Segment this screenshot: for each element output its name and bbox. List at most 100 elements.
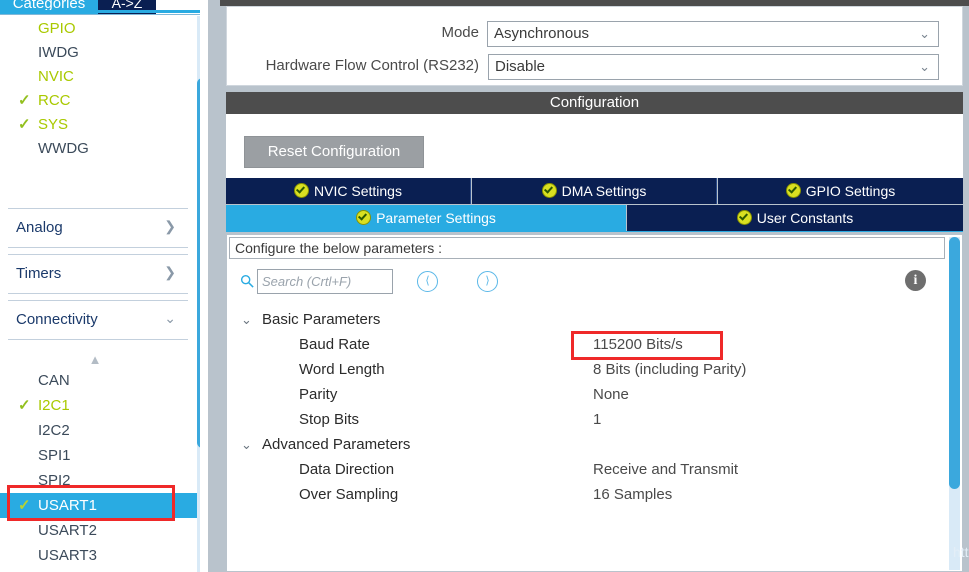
info-icon[interactable]: i xyxy=(905,270,926,291)
tab-user-constants[interactable]: User Constants xyxy=(627,205,963,231)
sidebar-group-connectivity[interactable]: Connectivity ⌄ xyxy=(8,300,188,340)
sidebar-item-label: WWDG xyxy=(38,140,89,157)
sidebar-group-label: Timers xyxy=(16,265,62,282)
parameter-scrollbar-thumb[interactable] xyxy=(949,237,960,489)
tree-group-basic-parameters[interactable]: ⌄ Basic Parameters xyxy=(227,307,947,332)
parameter-tree: ⌄ Basic Parameters Baud Rate 115200 Bits… xyxy=(227,307,947,507)
check-circle-icon xyxy=(294,183,310,198)
chevron-down-icon[interactable]: ⌄ xyxy=(241,307,252,332)
check-circle-icon xyxy=(736,210,752,225)
check-icon: ✓ xyxy=(18,116,31,133)
parameter-value: 115200 Bits/s xyxy=(593,336,683,353)
parameter-name: Over Sampling xyxy=(299,486,399,503)
parameter-name: Data Direction xyxy=(299,461,395,478)
configure-parameters-label: Configure the below parameters : xyxy=(229,237,945,259)
scroll-up-icon[interactable]: ▲ xyxy=(86,352,104,367)
check-icon: ✓ xyxy=(18,397,31,414)
mode-select-value: Asynchronous xyxy=(494,25,590,42)
sidebar-item-label: I2C2 xyxy=(38,422,70,439)
tab-dma-settings[interactable]: DMA Settings xyxy=(472,178,717,204)
settings-tab-row-1: NVIC Settings DMA Settings GPIO Settings xyxy=(226,178,963,204)
sidebar-item-label: USART2 xyxy=(38,522,97,539)
sidebar-item-wwdg[interactable]: WWDG xyxy=(0,137,188,161)
parameter-value: 8 Bits (including Parity) xyxy=(593,361,747,378)
search-input[interactable]: Search (Crtl+F) xyxy=(257,269,393,294)
check-circle-icon xyxy=(541,183,557,198)
tab-parameter-settings[interactable]: Parameter Settings xyxy=(226,205,626,231)
hardware-flow-control-field-row: Hardware Flow Control (RS232) Disable ⌄ xyxy=(227,54,964,80)
tab-nvic-settings[interactable]: NVIC Settings xyxy=(226,178,471,204)
table-row[interactable]: Stop Bits 1 xyxy=(227,407,947,432)
sidebar-item-i2c1[interactable]: ✓ I2C1 xyxy=(0,393,188,418)
sidebar-item-usart1[interactable]: ✓ USART1 xyxy=(0,493,200,518)
sidebar-item-usart3[interactable]: USART3 xyxy=(0,543,188,568)
reset-configuration-button[interactable]: Reset Configuration xyxy=(244,136,424,168)
chevron-down-icon: ⌄ xyxy=(164,310,176,326)
tab-label: GPIO Settings xyxy=(805,183,896,199)
parameter-name: Word Length xyxy=(299,361,385,378)
mode-label: Mode xyxy=(441,24,479,41)
search-icon xyxy=(240,274,254,288)
sidebar-item-spi2[interactable]: SPI2 xyxy=(0,468,188,493)
tree-group-label: Basic Parameters xyxy=(262,311,381,328)
sidebar-group-timers[interactable]: Timers ❯ xyxy=(8,254,188,294)
sidebar-item-label: USART1 xyxy=(38,497,97,514)
mode-panel: Mode Asynchronous ⌄ Hardware Flow Contro… xyxy=(226,6,963,86)
mode-select[interactable]: Asynchronous ⌄ xyxy=(487,21,939,47)
parameter-value: 1 xyxy=(593,411,602,428)
panel-divider xyxy=(208,0,220,572)
settings-tab-strip: NVIC Settings DMA Settings GPIO Settings… xyxy=(226,178,963,232)
parameter-name: Stop Bits xyxy=(299,411,360,428)
settings-tab-row-2: Parameter Settings User Constants xyxy=(226,205,963,231)
sidebar-group-label: Analog xyxy=(16,219,63,236)
sidebar-item-i2c2[interactable]: I2C2 xyxy=(0,418,188,443)
chevron-down-icon: ⌄ xyxy=(919,26,930,41)
chevron-right-icon: ❯ xyxy=(164,218,176,234)
parameter-value: Receive and Transmit xyxy=(593,461,739,478)
table-row[interactable]: Baud Rate 115200 Bits/s xyxy=(227,332,947,357)
search-prev-button[interactable]: ⟨ xyxy=(417,271,438,292)
sidebar-item-can[interactable]: CAN xyxy=(0,368,188,393)
sidebar-item-iwdg[interactable]: IWDG xyxy=(0,41,188,65)
tab-gpio-settings[interactable]: GPIO Settings xyxy=(718,178,963,204)
sidebar-scrollbar-thumb[interactable] xyxy=(197,78,200,448)
tree-group-advanced-parameters[interactable]: ⌄ Advanced Parameters xyxy=(227,432,947,457)
table-row[interactable]: Data Direction Receive and Transmit xyxy=(227,457,947,482)
sidebar-tab-bar: Categories A->Z xyxy=(0,0,200,15)
hardware-flow-control-label: Hardware Flow Control (RS232) xyxy=(265,57,479,74)
sidebar-item-label: USART3 xyxy=(38,547,97,564)
parameter-search-row: Search (Crtl+F) ⟨ ⟩ i xyxy=(227,267,962,299)
sidebar-group-analog[interactable]: Analog ❯ xyxy=(8,208,188,248)
mode-field-row: Mode Asynchronous ⌄ xyxy=(227,21,964,47)
sidebar-item-usart2[interactable]: USART2 xyxy=(0,518,188,543)
chevron-down-icon: ⌄ xyxy=(919,59,930,74)
sidebar-item-label: SPI2 xyxy=(38,472,71,489)
sidebar-item-usb[interactable]: USB xyxy=(0,568,188,572)
sidebar-item-label: SYS xyxy=(38,116,69,133)
search-next-button[interactable]: ⟩ xyxy=(477,271,498,292)
sidebar-item-rcc[interactable]: ✓ RCC xyxy=(0,89,188,113)
parameter-value: None xyxy=(593,386,629,403)
sidebar-item-nvic[interactable]: NVIC xyxy=(0,65,188,89)
table-row[interactable]: Parity None xyxy=(227,382,947,407)
configuration-pane: Mode Asynchronous ⌄ Hardware Flow Contro… xyxy=(220,0,969,572)
app-window: Categories A->Z GPIO IWDG NVIC ✓ RCC ✓ S… xyxy=(0,0,969,572)
check-circle-icon xyxy=(356,210,372,225)
sidebar-tab-underline-thin xyxy=(0,14,200,15)
sidebar-item-label: IWDG xyxy=(38,44,79,61)
sidebar-item-gpio[interactable]: GPIO xyxy=(0,17,188,41)
sidebar-item-label: I2C1 xyxy=(38,397,70,414)
parameter-value: 16 Samples xyxy=(593,486,673,503)
parameter-name: Baud Rate xyxy=(299,336,370,353)
check-circle-icon xyxy=(785,183,801,198)
hardware-flow-control-value: Disable xyxy=(495,58,546,75)
watermark-text: https://blog.csdn.net/wct3344142 xyxy=(953,544,969,560)
sidebar-item-sys[interactable]: ✓ SYS xyxy=(0,113,188,137)
table-row[interactable]: Word Length 8 Bits (including Parity) xyxy=(227,357,947,382)
hardware-flow-control-select[interactable]: Disable ⌄ xyxy=(488,54,939,80)
table-row[interactable]: Over Sampling 16 Samples xyxy=(227,482,947,507)
chevron-down-icon[interactable]: ⌄ xyxy=(241,432,252,457)
sidebar-item-spi1[interactable]: SPI1 xyxy=(0,443,188,468)
tab-label: DMA Settings xyxy=(561,183,647,199)
sidebar-item-label: RCC xyxy=(38,92,71,109)
